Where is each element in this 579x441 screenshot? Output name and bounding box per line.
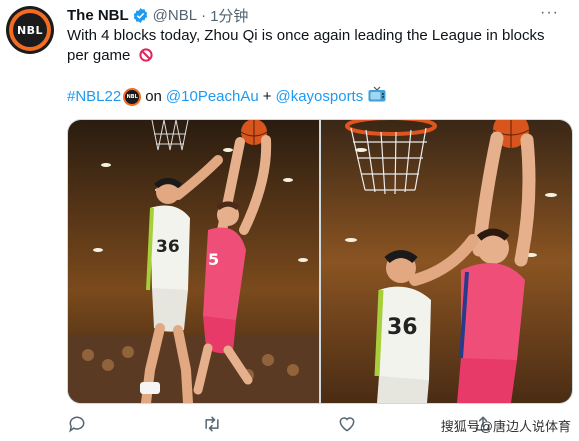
mention-10peachau[interactable]: @10PeachAu [166, 87, 259, 107]
jersey-number-front: 36 [156, 237, 180, 257]
tweet-text: With 4 blocks today, Zhou Qi is once aga… [67, 26, 567, 66]
prohibited-emoji-icon [138, 48, 153, 62]
photo-right[interactable]: 36 [321, 120, 572, 403]
mention-kayosports[interactable]: @kayosports [275, 87, 363, 107]
jersey-number-front-right: 36 [387, 315, 418, 340]
author-name[interactable]: The NBL [67, 7, 129, 24]
watermark: 搜狐号@唐边人说体育 [441, 416, 571, 435]
hashtag-link[interactable]: #NBL22 [67, 87, 121, 107]
retweet-icon[interactable] [201, 414, 223, 434]
plus-text: + [262, 88, 272, 105]
tweet-media[interactable]: 5 36 36 [67, 119, 573, 404]
tag-line: #NBL22 NBL on @10PeachAu + @kayosports [67, 86, 386, 108]
more-options-icon[interactable]: ··· [540, 4, 559, 22]
photo-left[interactable]: 5 36 [68, 120, 319, 403]
reply-icon[interactable] [67, 414, 87, 434]
jersey-number-back: 5 [208, 250, 219, 269]
avatar[interactable]: NBL [6, 6, 54, 54]
tweet-header: The NBL @NBL · 1分钟 ··· [67, 4, 559, 26]
timestamp[interactable]: 1分钟 [210, 5, 248, 26]
verified-badge-icon [132, 7, 149, 24]
like-icon[interactable] [337, 414, 357, 434]
author-handle[interactable]: @NBL [153, 7, 197, 24]
nbl-hashflag-icon: NBL [123, 88, 142, 106]
television-emoji-icon [368, 86, 386, 108]
watermark-text: 搜狐号@唐边人说体育 [440, 419, 571, 434]
on-text: on [145, 88, 162, 105]
avatar-ring: NBL [9, 9, 51, 51]
nbl-logo: NBL [13, 13, 47, 47]
separator-dot: · [201, 6, 207, 24]
